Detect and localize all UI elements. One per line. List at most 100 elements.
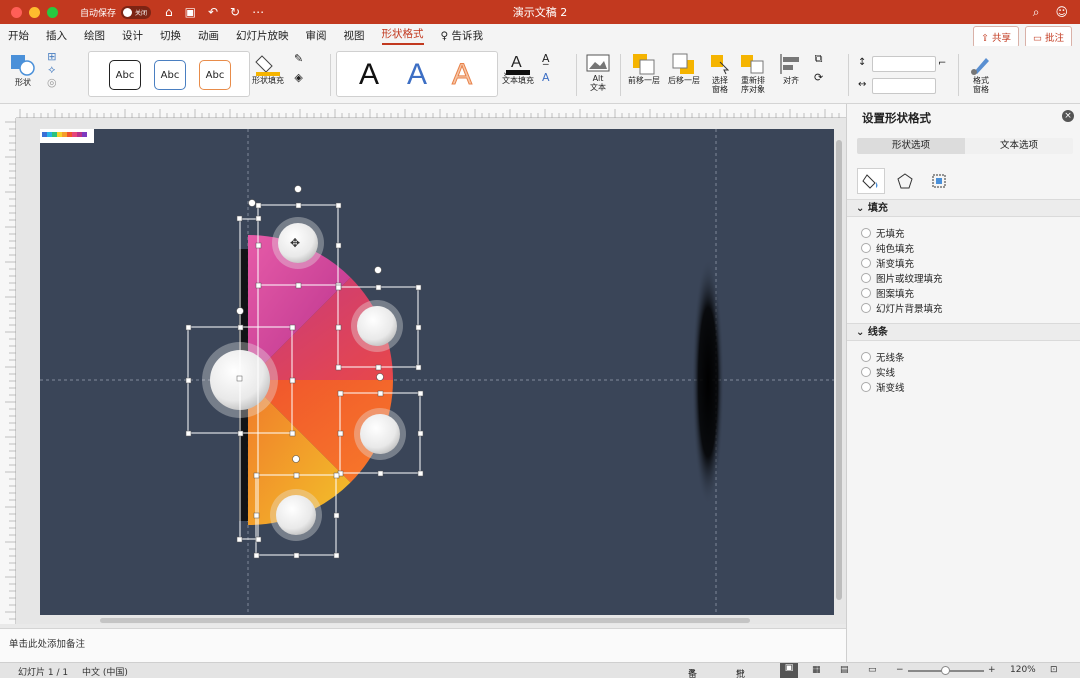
shape-effects-icon[interactable]: ◈	[294, 72, 302, 83]
fill-line-icon[interactable]	[857, 168, 885, 194]
tab-shape-format[interactable]: 形状格式	[381, 26, 424, 45]
text-fill-button[interactable]: A 文本填充	[502, 52, 534, 85]
account-icon[interactable]: ☺	[1055, 5, 1068, 20]
tab-draw[interactable]: 绘图	[84, 28, 105, 43]
wordart-black[interactable]: A	[359, 58, 379, 92]
slide-sorter-icon[interactable]: ▦	[812, 665, 821, 675]
tab-home[interactable]: 开始	[8, 28, 29, 43]
vertical-ruler[interactable]	[0, 118, 16, 624]
zoom-window-button[interactable]	[47, 6, 58, 18]
line-option-none[interactable]: 无线条	[861, 350, 905, 364]
alt-text-button[interactable]: Alt 文本	[585, 52, 611, 92]
close-window-button[interactable]	[11, 6, 22, 18]
bring-forward-button[interactable]: 前移一层	[628, 52, 660, 85]
comments-button[interactable]: ▭ 批注	[1024, 26, 1072, 48]
tab-transitions[interactable]: 切换	[160, 28, 181, 43]
zoom-level[interactable]: 120%	[1010, 665, 1036, 675]
group-rotate-tools: ⧉ ⟳	[814, 53, 823, 83]
fill-option-picture[interactable]: 图片或纹理填充	[861, 271, 943, 285]
size-properties-icon[interactable]	[925, 168, 953, 194]
normal-view-icon[interactable]: ▣	[780, 663, 798, 678]
shape-height-input[interactable]	[872, 56, 936, 72]
reorder-objects-button[interactable]: 重新排 序对象	[738, 52, 768, 94]
elliptical-shadow[interactable]	[692, 258, 724, 506]
selection-pane-button[interactable]: 选择 窗格	[708, 52, 732, 94]
language-indicator[interactable]: 中文 (中国)	[82, 665, 128, 678]
group-objects-icon[interactable]: ⧉	[815, 53, 823, 64]
zoom-out-icon[interactable]: −	[896, 665, 904, 675]
shape-style-blue[interactable]: Abc	[154, 60, 186, 90]
tab-review[interactable]: 审阅	[306, 28, 327, 43]
search-icon[interactable]: ⌕	[1033, 5, 1040, 20]
text-effects-icon[interactable]: A	[542, 72, 550, 83]
fit-to-window-icon[interactable]: ⊡	[1050, 665, 1058, 675]
reading-view-icon[interactable]: ▤	[840, 665, 849, 675]
line-option-gradient[interactable]: 渐变线	[861, 380, 905, 394]
format-shape-pane: 设置形状格式 × 形状选项 文本选项 ⌄ 填充 无填充 纯色填充 渐变填充 图片…	[846, 104, 1080, 662]
vertical-scrollbar[interactable]	[836, 140, 842, 600]
tab-text-options[interactable]: 文本选项	[965, 138, 1073, 154]
fill-section-header[interactable]: ⌄ 填充	[847, 199, 1080, 217]
home-icon[interactable]: ⌂	[165, 5, 173, 19]
wordart-orange[interactable]: A	[451, 58, 472, 92]
text-outline-icon[interactable]: A̲	[542, 53, 550, 64]
slideshow-icon[interactable]: ▭	[868, 665, 877, 675]
minimize-window-button[interactable]	[29, 6, 40, 18]
lock-aspect-icon[interactable]: ⌐	[938, 58, 946, 69]
align-button[interactable]: 对齐	[778, 52, 804, 85]
shape-outline-icon[interactable]: ✎	[294, 53, 303, 64]
send-backward-button[interactable]: 后移一层	[668, 52, 700, 85]
horizontal-ruler[interactable]	[16, 104, 846, 118]
window-controls	[11, 6, 58, 18]
notes-pane[interactable]: 单击此处添加备注	[0, 628, 846, 662]
tab-slideshow[interactable]: 幻灯片放映	[236, 28, 289, 43]
close-pane-icon[interactable]: ×	[1062, 110, 1074, 122]
rotate-icon[interactable]: ⟳	[814, 72, 823, 83]
text-box-icon[interactable]: ⊞	[47, 51, 56, 62]
slide[interactable]: ✥	[40, 129, 834, 615]
shape-width-input[interactable]	[872, 78, 936, 94]
shapes-button[interactable]: 形状	[8, 52, 38, 87]
save-icon[interactable]: ▣	[185, 5, 196, 19]
customize-toolbar-icon[interactable]: ⋯	[252, 5, 264, 19]
share-button[interactable]: ⇪ 共享	[972, 26, 1019, 48]
format-pane-icon	[971, 58, 989, 75]
circle-button[interactable]	[276, 495, 316, 535]
effects-pentagon-icon[interactable]	[891, 168, 919, 194]
merge-shapes-icon[interactable]: ◎	[47, 77, 57, 88]
undo-icon[interactable]: ↶	[208, 5, 218, 19]
fill-option-pattern[interactable]: 图案填充	[861, 286, 914, 300]
wordart-blue[interactable]: A	[407, 58, 427, 92]
tab-animations[interactable]: 动画	[198, 28, 219, 43]
zoom-slider-thumb[interactable]	[941, 666, 950, 675]
pane-option-tabs: 形状选项 文本选项	[857, 138, 1073, 154]
alt-text-icon	[586, 54, 610, 72]
fill-option-solid[interactable]: 纯色填充	[861, 241, 914, 255]
fill-option-gradient[interactable]: 渐变填充	[861, 256, 914, 270]
tab-insert[interactable]: 插入	[46, 28, 67, 43]
horizontal-scrollbar[interactable]	[100, 618, 750, 623]
line-option-solid[interactable]: 实线	[861, 365, 895, 379]
circle-button[interactable]	[360, 414, 400, 454]
shape-style-dark[interactable]: Abc	[109, 60, 141, 90]
comments-toggle-label: 批注	[736, 670, 746, 678]
shape-style-orange[interactable]: Abc	[199, 60, 231, 90]
chevron-down-icon: ⌄	[856, 203, 868, 214]
zoom-in-icon[interactable]: +	[988, 665, 996, 675]
fill-option-none[interactable]: 无填充	[861, 226, 905, 240]
fill-option-slide-background[interactable]: 幻灯片背景填充	[861, 301, 943, 315]
line-section-header[interactable]: ⌄ 线条	[847, 323, 1080, 341]
tab-view[interactable]: 视图	[344, 28, 365, 43]
tab-design[interactable]: 设计	[122, 28, 143, 43]
ribbon-separator	[620, 54, 621, 96]
edit-shape-icon[interactable]: ⟡	[48, 64, 55, 75]
circle-button[interactable]	[357, 306, 397, 346]
shape-fill-button[interactable]: 形状填充	[252, 52, 284, 85]
fill-section-label: 填充	[867, 203, 888, 214]
redo-icon[interactable]: ↻	[230, 5, 240, 19]
autosave-toggle[interactable]: 关闭	[121, 5, 152, 19]
tab-tell-me[interactable]: ♀ 告诉我	[441, 28, 484, 43]
format-pane-button[interactable]: 格式 窗格	[968, 52, 994, 94]
shapes-label: 形状	[15, 78, 31, 87]
tab-shape-options[interactable]: 形状选项	[857, 138, 965, 154]
